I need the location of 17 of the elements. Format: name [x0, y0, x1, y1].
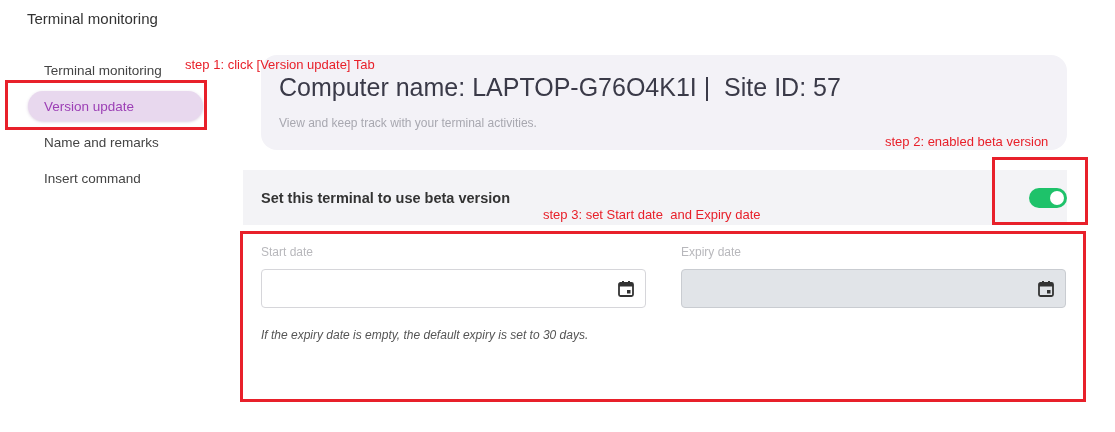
setting-label: Set this terminal to use beta version	[261, 189, 510, 206]
hint-text: If the expiry date is empty, the default expiry is set to 30 days.	[261, 328, 589, 342]
sidebar-item[interactable]: Version update	[28, 91, 203, 121]
header-subtitle: View and keep track with your terminal activities.	[279, 116, 537, 130]
annotation-text: step 2: enabled beta version	[885, 134, 1049, 149]
sidebar-item[interactable]: Insert command	[28, 163, 141, 193]
sidebar-item[interactable]: Name and remarks	[28, 127, 159, 157]
toggle-switch[interactable]	[1029, 187, 1067, 208]
annotation-text: step 3: set Start date and Expiry date	[543, 207, 761, 222]
date-field[interactable]	[261, 269, 646, 308]
calendar-icon[interactable]	[617, 279, 635, 298]
field-label: Start date	[261, 245, 314, 261]
field-label: Expiry date	[681, 245, 742, 261]
sidebar-item[interactable]: Terminal monitoring	[28, 55, 162, 85]
header-title: Computer name: LAPTOP-G76O4K1I | Site ID: 57	[279, 73, 841, 102]
annotation-text: step 1: click [Version update] Tab	[185, 57, 375, 72]
page-title: Terminal monitoring	[27, 10, 158, 27]
